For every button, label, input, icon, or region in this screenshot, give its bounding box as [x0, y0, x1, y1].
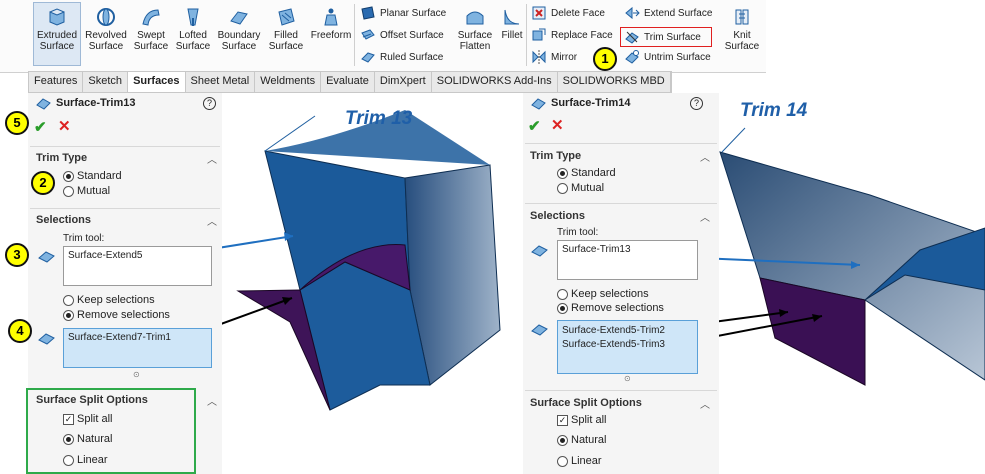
radio-dot: [557, 302, 568, 314]
chevron-up-icon[interactable]: ︿: [700, 209, 710, 224]
trim-tool-selector-icon: [38, 251, 55, 263]
pieces-selector-icon: [531, 324, 548, 336]
trim-type-section-title[interactable]: Trim Type: [36, 152, 87, 164]
chevron-up-icon[interactable]: ︿: [207, 393, 217, 408]
removed-item: Surface-Extend5-Trim3: [562, 339, 665, 350]
resize-handle-icon[interactable]: ⊙: [133, 370, 140, 379]
remove-selections-label: Remove selections: [571, 302, 664, 314]
cancel-x-icon[interactable]: ✕: [551, 116, 564, 134]
keep-selections-radio[interactable]: Keep selections: [63, 294, 155, 306]
cancel-x-icon[interactable]: ✕: [58, 117, 71, 135]
removed-item: Surface-Extend7-Trim1: [68, 332, 171, 343]
split-all-label: Split all: [77, 413, 113, 425]
trim13-heading: Trim 13: [345, 108, 413, 129]
split-all-checkbox[interactable]: ✓ Split all: [557, 414, 606, 426]
mutual-radio[interactable]: Mutual: [557, 182, 604, 194]
chevron-up-icon[interactable]: ︿: [207, 213, 217, 228]
remove-selections-radio[interactable]: Remove selections: [63, 309, 170, 321]
natural-radio[interactable]: Natural: [63, 433, 112, 445]
left-feature-title: Surface-Trim13: [56, 97, 136, 109]
callout-1: 1: [593, 47, 617, 71]
selections-section-title[interactable]: Selections: [530, 210, 585, 222]
surface-split-options-title[interactable]: Surface Split Options: [36, 394, 148, 406]
standard-radio[interactable]: Standard: [63, 170, 122, 182]
callout-4: 4: [8, 319, 32, 343]
divider: [30, 208, 220, 209]
trim-tool-value: Surface-Trim13: [562, 244, 631, 255]
natural-radio[interactable]: Natural: [557, 434, 606, 446]
pieces-selector-icon: [38, 333, 55, 345]
natural-label: Natural: [77, 433, 113, 445]
chevron-up-icon[interactable]: ︿: [207, 151, 217, 166]
mutual-label: Mutual: [571, 182, 605, 194]
trim-surface-icon: [531, 98, 546, 110]
resize-handle-icon[interactable]: ⊙: [624, 374, 631, 383]
confirm-check-icon[interactable]: ✔: [34, 118, 47, 136]
standard-radio[interactable]: Standard: [557, 167, 616, 179]
confirm-check-icon[interactable]: ✔: [528, 117, 541, 135]
pieces-to-remove-field[interactable]: Surface-Extend5-Trim2 Surface-Extend5-Tr…: [557, 320, 698, 374]
linear-radio[interactable]: Linear: [557, 455, 602, 467]
trim-tool-field[interactable]: Surface-Trim13: [557, 240, 698, 280]
chevron-up-icon[interactable]: ︿: [700, 149, 710, 164]
mutual-label: Mutual: [77, 185, 111, 197]
keep-selections-radio[interactable]: Keep selections: [557, 288, 649, 300]
radio-dot: [63, 185, 74, 197]
radio-dot: [63, 433, 74, 445]
trim14-heading: Trim 14: [740, 100, 808, 121]
radio-dot: [557, 288, 568, 300]
radio-dot: [63, 309, 74, 321]
trim-tool-field[interactable]: Surface-Extend5: [63, 246, 212, 286]
trim-surface-icon: [36, 98, 51, 110]
keep-selections-label: Keep selections: [77, 294, 155, 306]
remove-selections-radio[interactable]: Remove selections: [557, 302, 664, 314]
radio-dot: [63, 170, 74, 182]
radio-dot: [63, 454, 74, 466]
divider: [525, 390, 717, 391]
trim-type-section-title[interactable]: Trim Type: [530, 150, 581, 162]
trim-tool-label: Trim tool:: [63, 233, 105, 244]
divider: [525, 203, 717, 204]
split-all-label: Split all: [571, 414, 607, 426]
right-feature-title: Surface-Trim14: [551, 97, 631, 109]
split-all-checkbox[interactable]: ✓ Split all: [63, 413, 112, 425]
standard-label: Standard: [571, 167, 616, 179]
keep-selections-label: Keep selections: [571, 288, 649, 300]
remove-selections-label: Remove selections: [77, 309, 170, 321]
radio-dot: [63, 294, 74, 306]
linear-label: Linear: [77, 454, 108, 466]
mutual-radio[interactable]: Mutual: [63, 185, 110, 197]
radio-dot: [557, 167, 568, 179]
linear-radio[interactable]: Linear: [63, 454, 108, 466]
natural-label: Natural: [571, 434, 607, 446]
help-icon[interactable]: ?: [690, 97, 703, 110]
surface-split-options-title[interactable]: Surface Split Options: [530, 397, 642, 409]
pieces-to-remove-field[interactable]: Surface-Extend7-Trim1: [63, 328, 212, 368]
divider: [30, 146, 220, 147]
trim-tool-selector-icon: [531, 245, 548, 257]
divider: [525, 143, 717, 144]
selections-section-title[interactable]: Selections: [36, 214, 91, 226]
checkbox-checked-icon: ✓: [557, 414, 568, 426]
callout-5: 5: [5, 111, 29, 135]
standard-label: Standard: [77, 170, 122, 182]
linear-label: Linear: [571, 455, 602, 467]
radio-dot: [557, 455, 568, 467]
trim13-model: [236, 110, 501, 411]
callout-2: 2: [31, 171, 55, 195]
checkbox-checked-icon: ✓: [63, 413, 74, 425]
help-icon[interactable]: ?: [203, 97, 216, 110]
radio-dot: [557, 182, 568, 194]
chevron-up-icon[interactable]: ︿: [700, 396, 710, 411]
radio-dot: [557, 434, 568, 446]
trim14-model: [719, 127, 985, 386]
callout-3: 3: [5, 243, 29, 267]
trim-tool-label: Trim tool:: [557, 227, 599, 238]
removed-item: Surface-Extend5-Trim2: [562, 325, 665, 336]
trim-tool-value: Surface-Extend5: [68, 250, 143, 261]
